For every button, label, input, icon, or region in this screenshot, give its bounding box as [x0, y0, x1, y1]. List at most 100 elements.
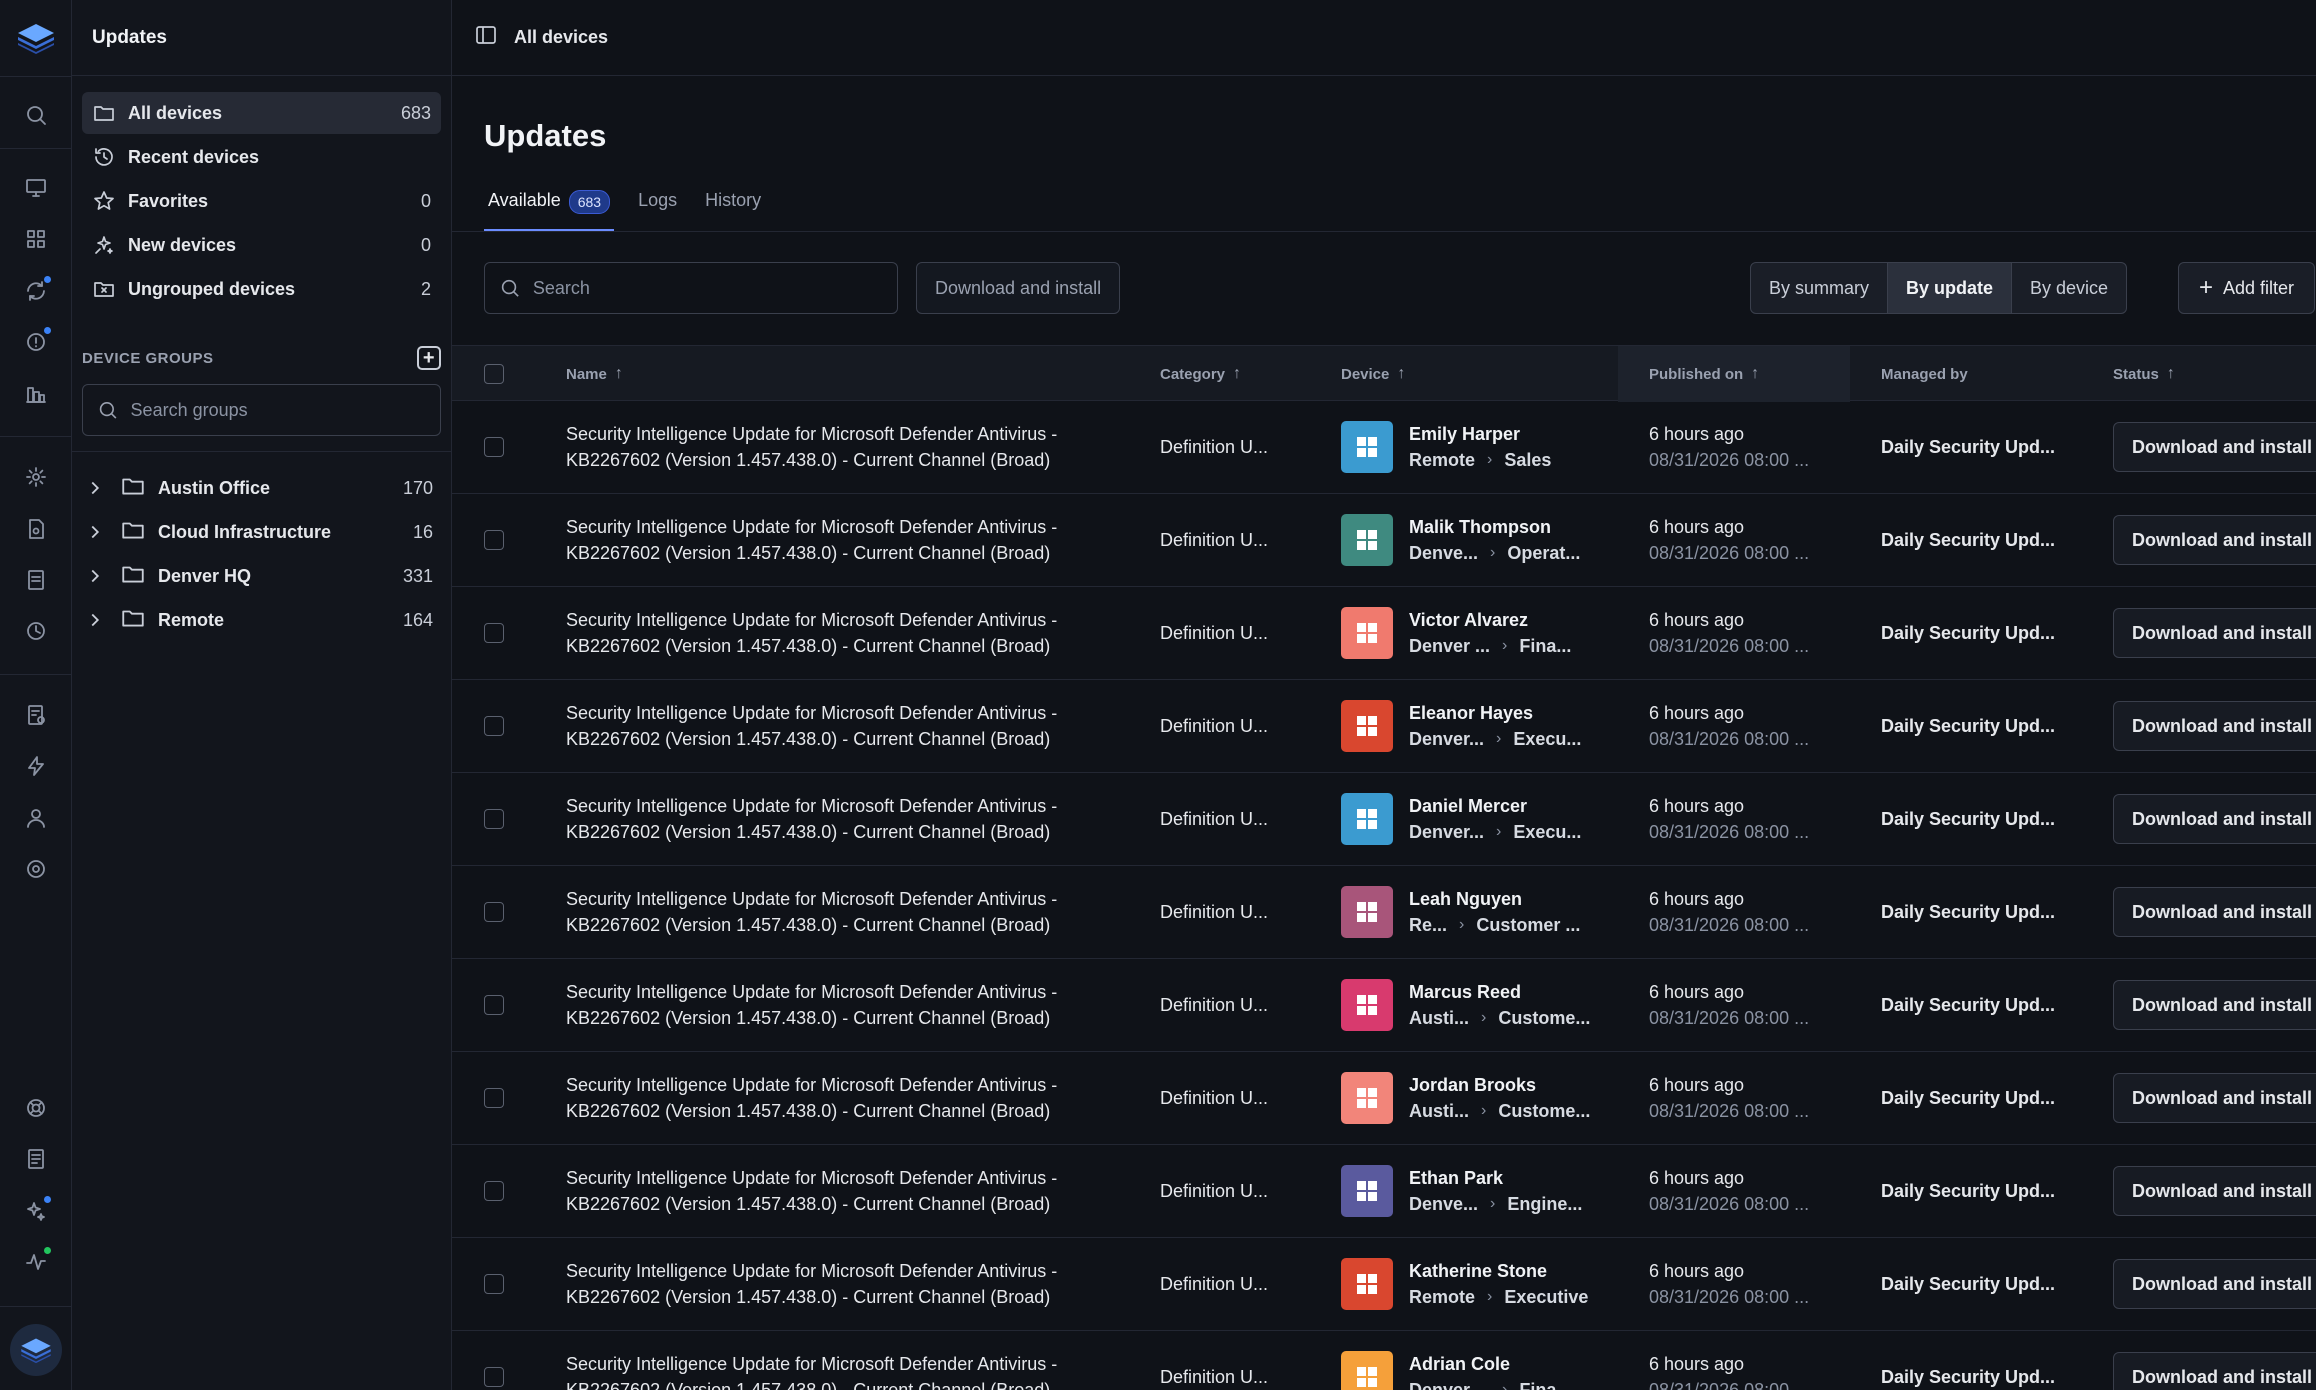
report-icon[interactable] — [22, 701, 50, 729]
device-name[interactable]: Malik Thompson — [1409, 514, 1580, 540]
update-name[interactable]: Security Intelligence Update for Microso… — [566, 793, 1106, 845]
column-device[interactable]: Device ↑ — [1341, 346, 1405, 402]
sidebar-item-ungrouped-devices[interactable]: Ungrouped devices 2 — [82, 268, 441, 310]
tab-available[interactable]: Available 683 — [484, 182, 615, 232]
device-name[interactable]: Ethan Park — [1409, 1165, 1582, 1191]
download-install-button[interactable]: Download and install — [2113, 887, 2316, 937]
grid-icon[interactable] — [22, 225, 50, 253]
sidebar-item-recent-devices[interactable]: Recent devices — [82, 136, 441, 178]
device-name[interactable]: Eleanor Hayes — [1409, 700, 1581, 726]
chevron-right-icon[interactable] — [84, 609, 106, 631]
row-checkbox[interactable] — [484, 809, 504, 829]
update-name[interactable]: Security Intelligence Update for Microso… — [566, 1351, 1106, 1390]
download-install-button[interactable]: Download and install — [2113, 701, 2316, 751]
column-name[interactable]: Name ↑ — [566, 346, 623, 402]
row-checkbox[interactable] — [484, 530, 504, 550]
sidebar-toggle-icon[interactable] — [474, 23, 498, 52]
table-row[interactable]: Security Intelligence Update for Microso… — [452, 587, 2316, 680]
app-logo-icon[interactable] — [14, 20, 58, 56]
table-row[interactable]: Security Intelligence Update for Microso… — [452, 680, 2316, 773]
bulk-download-install-button[interactable]: Download and install — [916, 262, 1121, 314]
search-field[interactable] — [484, 262, 898, 314]
device-name[interactable]: Jordan Brooks — [1409, 1072, 1590, 1098]
notes-icon[interactable] — [22, 1145, 50, 1173]
history-icon[interactable] — [22, 617, 50, 645]
device-name[interactable]: Adrian Cole — [1409, 1351, 1571, 1377]
user-icon[interactable] — [22, 804, 50, 832]
select-all-checkbox[interactable] — [484, 364, 504, 384]
download-install-button[interactable]: Download and install — [2113, 422, 2316, 472]
update-name[interactable]: Security Intelligence Update for Microso… — [566, 700, 1106, 752]
download-install-button[interactable]: Download and install — [2113, 608, 2316, 658]
file-icon[interactable] — [22, 515, 50, 543]
download-install-button[interactable]: Download and install — [2113, 515, 2316, 565]
row-checkbox[interactable] — [484, 1181, 504, 1201]
row-checkbox[interactable] — [484, 1367, 504, 1387]
table-row[interactable]: Security Intelligence Update for Microso… — [452, 1145, 2316, 1238]
device-name[interactable]: Daniel Mercer — [1409, 793, 1581, 819]
table-row[interactable]: Security Intelligence Update for Microso… — [452, 1238, 2316, 1331]
chart-icon[interactable] — [22, 380, 50, 408]
tab-logs[interactable]: Logs — [634, 182, 681, 232]
table-row[interactable]: Security Intelligence Update for Microso… — [452, 773, 2316, 866]
download-install-button[interactable]: Download and install — [2113, 1259, 2316, 1309]
column-managed-by[interactable]: Managed by — [1881, 346, 1968, 402]
group-item-austin-office[interactable]: Austin Office 170 — [72, 466, 451, 510]
table-row[interactable]: Security Intelligence Update for Microso… — [452, 1052, 2316, 1145]
group-item-remote[interactable]: Remote 164 — [72, 598, 451, 642]
device-name[interactable]: Emily Harper — [1409, 421, 1551, 447]
view-by-update-button[interactable]: By update — [1888, 263, 2013, 313]
update-name[interactable]: Security Intelligence Update for Microso… — [566, 886, 1106, 938]
lifebuoy-icon[interactable] — [22, 1094, 50, 1122]
group-item-cloud-infrastructure[interactable]: Cloud Infrastructure 16 — [72, 510, 451, 554]
update-name[interactable]: Security Intelligence Update for Microso… — [566, 607, 1106, 659]
update-name[interactable]: Security Intelligence Update for Microso… — [566, 514, 1106, 566]
row-checkbox[interactable] — [484, 995, 504, 1015]
search-icon[interactable] — [22, 101, 50, 129]
add-group-button[interactable]: + — [417, 346, 441, 370]
table-row[interactable]: Security Intelligence Update for Microso… — [452, 494, 2316, 587]
download-install-button[interactable]: Download and install — [2113, 980, 2316, 1030]
table-row[interactable]: Security Intelligence Update for Microso… — [452, 401, 2316, 494]
row-checkbox[interactable] — [484, 902, 504, 922]
update-name[interactable]: Security Intelligence Update for Microso… — [566, 1258, 1106, 1310]
sidebar-item-all-devices[interactable]: All devices 683 — [82, 92, 441, 134]
device-name[interactable]: Leah Nguyen — [1409, 886, 1580, 912]
add-filter-button[interactable]: + Add filter — [2178, 262, 2316, 314]
row-checkbox[interactable] — [484, 623, 504, 643]
column-category[interactable]: Category ↑ — [1160, 346, 1241, 402]
table-row[interactable]: Security Intelligence Update for Microso… — [452, 959, 2316, 1052]
update-name[interactable]: Security Intelligence Update for Microso… — [566, 1165, 1106, 1217]
download-install-button[interactable]: Download and install — [2113, 1166, 2316, 1216]
row-checkbox[interactable] — [484, 437, 504, 457]
device-name[interactable]: Katherine Stone — [1409, 1258, 1588, 1284]
document-icon[interactable] — [22, 566, 50, 594]
update-name[interactable]: Security Intelligence Update for Microso… — [566, 421, 1106, 473]
device-name[interactable]: Marcus Reed — [1409, 979, 1590, 1005]
update-name[interactable]: Security Intelligence Update for Microso… — [566, 1072, 1106, 1124]
column-status[interactable]: Status ↑ — [2113, 346, 2175, 402]
monitor-icon[interactable] — [22, 174, 50, 202]
sidebar-item-favorites[interactable]: Favorites 0 — [82, 180, 441, 222]
avatar[interactable] — [10, 1324, 62, 1376]
download-install-button[interactable]: Download and install — [2113, 794, 2316, 844]
sidebar-item-new-devices[interactable]: New devices 0 — [82, 224, 441, 266]
settings-cog-icon[interactable] — [22, 463, 50, 491]
column-published-on[interactable]: Published on ↑ — [1649, 346, 1759, 402]
tab-history[interactable]: History — [701, 182, 765, 232]
row-checkbox[interactable] — [484, 716, 504, 736]
view-by-device-button[interactable]: By device — [2012, 263, 2126, 313]
table-row[interactable]: Security Intelligence Update for Microso… — [452, 1331, 2316, 1390]
table-row[interactable]: Security Intelligence Update for Microso… — [452, 866, 2316, 959]
lightning-icon[interactable] — [22, 752, 50, 780]
download-install-button[interactable]: Download and install — [2113, 1073, 2316, 1123]
gear-icon[interactable] — [22, 855, 50, 883]
group-item-denver-hq[interactable]: Denver HQ 331 — [72, 554, 451, 598]
chevron-right-icon[interactable] — [84, 565, 106, 587]
sparkle-icon[interactable] — [22, 1196, 51, 1225]
search-input[interactable] — [532, 277, 883, 299]
group-search-input[interactable] — [130, 399, 426, 421]
row-checkbox[interactable] — [484, 1088, 504, 1108]
update-name[interactable]: Security Intelligence Update for Microso… — [566, 979, 1106, 1031]
download-install-button[interactable]: Download and install — [2113, 1352, 2316, 1390]
